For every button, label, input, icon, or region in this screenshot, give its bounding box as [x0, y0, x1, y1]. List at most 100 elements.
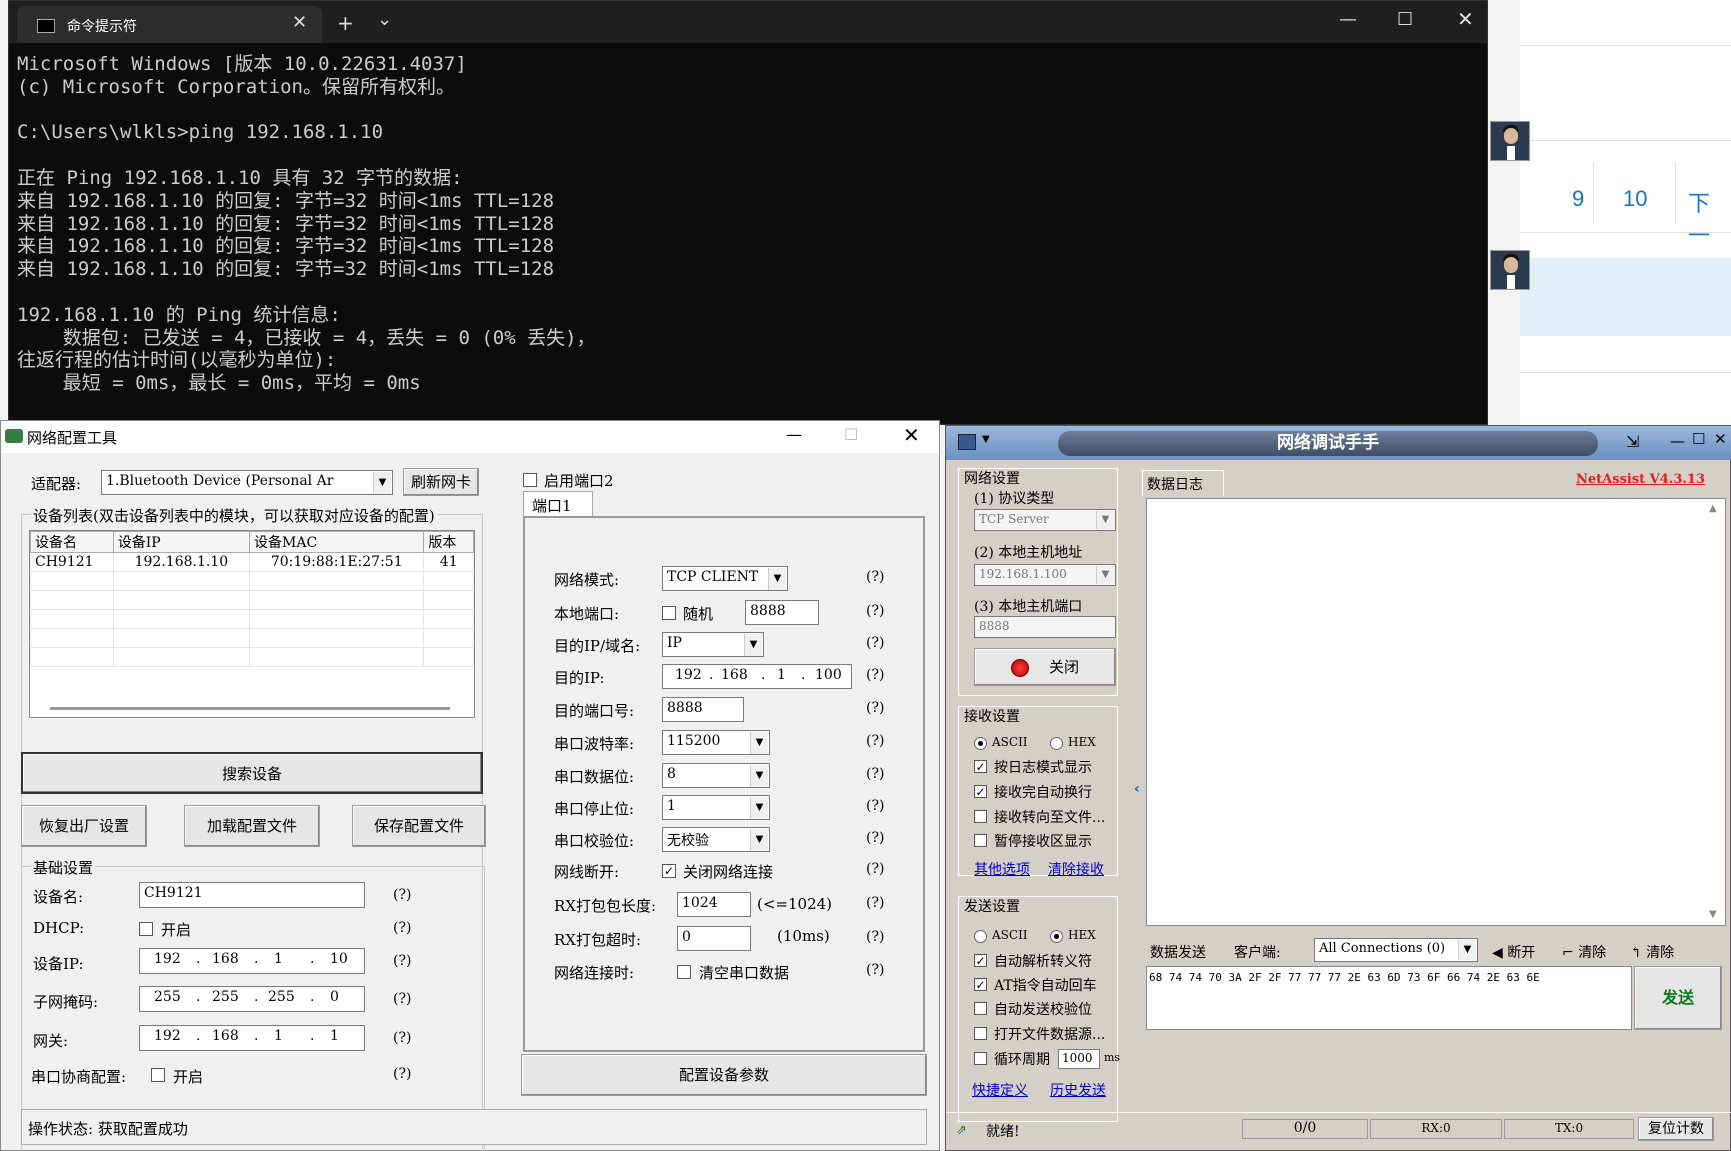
- help-icon[interactable]: (?): [866, 667, 884, 683]
- help-icon[interactable]: (?): [393, 1030, 411, 1046]
- netassist-window[interactable]: ▼ 网络调试手手 ⇲ — ☐ ✕ 网络设置 (1) 协议类型 TCP Serve…: [945, 425, 1731, 1151]
- help-icon[interactable]: (?): [866, 830, 884, 846]
- period-input[interactable]: 1000: [1058, 1049, 1100, 1069]
- clear-send-button[interactable]: ⌐ 清除: [1562, 942, 1606, 962]
- disconnect-button[interactable]: ◀ 断开: [1492, 942, 1535, 962]
- version-link[interactable]: NetAssist V4.3.13: [1576, 472, 1705, 487]
- subnet-mask-input[interactable]: 255. 255. 255. 0: [139, 986, 365, 1012]
- search-device-button[interactable]: 搜索设备: [21, 752, 483, 794]
- auto-newline-checkbox[interactable]: ✓: [974, 785, 987, 798]
- net-mode-select[interactable]: TCP CLIENT ▼: [662, 566, 788, 591]
- help-icon[interactable]: (?): [866, 603, 884, 619]
- tab-cmd[interactable]: 命令提示符 ✕: [17, 6, 322, 43]
- more-options-link[interactable]: 其他选项: [974, 859, 1030, 879]
- host-port-input[interactable]: 8888: [974, 616, 1116, 638]
- device-name-input[interactable]: CH9121: [139, 882, 365, 908]
- help-icon[interactable]: (?): [866, 635, 884, 651]
- close-tab-icon[interactable]: ✕: [292, 12, 307, 33]
- dhcp-checkbox[interactable]: [139, 922, 153, 936]
- serial-negotiation-checkbox[interactable]: [151, 1068, 165, 1082]
- avatar[interactable]: [1490, 121, 1530, 161]
- cmd-window[interactable]: 命令提示符 ✕ + ⌄ — ☐ ✕ Microsoft Windows [版本 …: [8, 0, 1488, 425]
- clear-serial-checkbox[interactable]: [677, 965, 691, 979]
- rx-timeout-input[interactable]: 0: [677, 926, 751, 951]
- data-log-area[interactable]: ▲ ▼: [1146, 498, 1726, 926]
- close-connection-checkbox[interactable]: ✓: [662, 864, 676, 878]
- stop-bits-select[interactable]: 1 ▼: [662, 795, 770, 820]
- tab-data-log[interactable]: 数据日志: [1142, 470, 1224, 496]
- host-address-select[interactable]: 192.168.1.100 ▼: [974, 564, 1116, 586]
- gateway-input[interactable]: 192. 168. 1. 1: [139, 1025, 365, 1051]
- page-link-10[interactable]: 10: [1623, 186, 1647, 212]
- page-link-next[interactable]: 下一: [1688, 186, 1731, 250]
- maximize-button[interactable]: ☐: [844, 425, 858, 444]
- help-icon[interactable]: (?): [866, 895, 884, 911]
- maximize-button[interactable]: ☐: [1692, 430, 1705, 448]
- at-auto-enter-checkbox[interactable]: ✓: [974, 978, 987, 991]
- recv-hex-radio[interactable]: [1050, 737, 1063, 750]
- help-icon[interactable]: (?): [866, 766, 884, 782]
- clear-recv-link[interactable]: 清除接收: [1048, 859, 1104, 879]
- help-icon[interactable]: (?): [866, 962, 884, 978]
- new-tab-button[interactable]: +: [337, 11, 354, 35]
- column-header[interactable]: 设备MAC: [249, 531, 425, 553]
- save-config-button[interactable]: 保存配置文件: [352, 805, 486, 847]
- close-connection-button[interactable]: 关闭: [974, 648, 1116, 686]
- reset-counter-button[interactable]: 复位计数: [1638, 1117, 1714, 1141]
- help-icon[interactable]: (?): [866, 861, 884, 877]
- auto-checksum-checkbox[interactable]: [974, 1002, 987, 1015]
- close-button[interactable]: ✕: [1714, 430, 1727, 448]
- pin-icon[interactable]: ⇲: [1626, 432, 1639, 451]
- minimize-button[interactable]: —: [1670, 432, 1685, 450]
- help-icon[interactable]: (?): [393, 887, 411, 903]
- column-header[interactable]: 设备IP: [112, 531, 251, 553]
- refresh-adapter-button[interactable]: 刷新网卡: [403, 468, 479, 496]
- send-button[interactable]: 发送: [1634, 966, 1722, 1030]
- random-port-checkbox[interactable]: [662, 606, 676, 620]
- table-row[interactable]: CH9121 192.168.1.10 70:19:88:1E:27:51 41: [30, 552, 474, 572]
- parse-escape-checkbox[interactable]: ✓: [974, 954, 987, 967]
- help-icon[interactable]: (?): [393, 953, 411, 969]
- help-icon[interactable]: (?): [866, 700, 884, 716]
- local-port-input[interactable]: 8888: [745, 600, 819, 625]
- help-icon[interactable]: (?): [866, 569, 884, 585]
- tab-port1[interactable]: 端口1: [523, 491, 593, 517]
- adapter-select[interactable]: 1.Bluetooth Device (Personal Ar ▼: [101, 470, 393, 495]
- close-button[interactable]: ✕: [1457, 7, 1474, 31]
- load-config-button[interactable]: 加载配置文件: [184, 805, 320, 847]
- help-icon[interactable]: (?): [866, 929, 884, 945]
- shortcut-link[interactable]: 快捷定义: [972, 1080, 1028, 1100]
- help-icon[interactable]: (?): [866, 733, 884, 749]
- close-button[interactable]: ✕: [903, 423, 920, 447]
- baud-rate-select[interactable]: 115200 ▼: [662, 730, 770, 755]
- chevron-left-icon[interactable]: ‹: [1134, 781, 1142, 811]
- pause-recv-checkbox[interactable]: [974, 834, 987, 847]
- horizontal-scrollbar[interactable]: [50, 707, 450, 710]
- page-link-9[interactable]: 9: [1572, 186, 1584, 212]
- dest-ip-input[interactable]: 192. 168. 1. 100: [662, 664, 852, 689]
- help-icon[interactable]: (?): [393, 1066, 411, 1082]
- dest-port-input[interactable]: 8888: [662, 697, 744, 722]
- file-source-checkbox[interactable]: [974, 1027, 987, 1040]
- loop-period-checkbox[interactable]: [974, 1052, 987, 1065]
- send-ascii-radio[interactable]: [974, 930, 987, 943]
- device-table[interactable]: 设备名 设备IP 设备MAC 版本 CH9121 192.168.1.10 70:19:8…: [29, 530, 475, 718]
- send-data-input[interactable]: 68 74 74 70 3A 2F 2F 77 77 77 2E 63 6D 7…: [1146, 966, 1632, 1030]
- history-link[interactable]: 历史发送: [1050, 1080, 1106, 1100]
- tab-dropdown-button[interactable]: ⌄: [377, 9, 392, 30]
- column-header[interactable]: 版本: [423, 531, 474, 553]
- minimize-button[interactable]: —: [1339, 9, 1357, 30]
- parity-select[interactable]: 无校验 ▼: [662, 827, 770, 852]
- chevron-down-icon[interactable]: ▼: [982, 434, 990, 445]
- help-icon[interactable]: (?): [393, 991, 411, 1007]
- configure-device-button[interactable]: 配置设备参数: [521, 1054, 927, 1096]
- recv-ascii-radio[interactable]: [974, 737, 987, 750]
- tab-data-send[interactable]: 数据发送: [1150, 942, 1206, 962]
- scroll-down-icon[interactable]: ▼: [1709, 909, 1717, 920]
- send-hex-radio[interactable]: [1050, 930, 1063, 943]
- avatar[interactable]: [1490, 250, 1530, 290]
- data-bits-select[interactable]: 8 ▼: [662, 763, 770, 788]
- help-icon[interactable]: (?): [866, 798, 884, 814]
- clear-log-button[interactable]: ↰ 清除: [1630, 942, 1674, 962]
- enable-port2-checkbox[interactable]: [523, 473, 537, 487]
